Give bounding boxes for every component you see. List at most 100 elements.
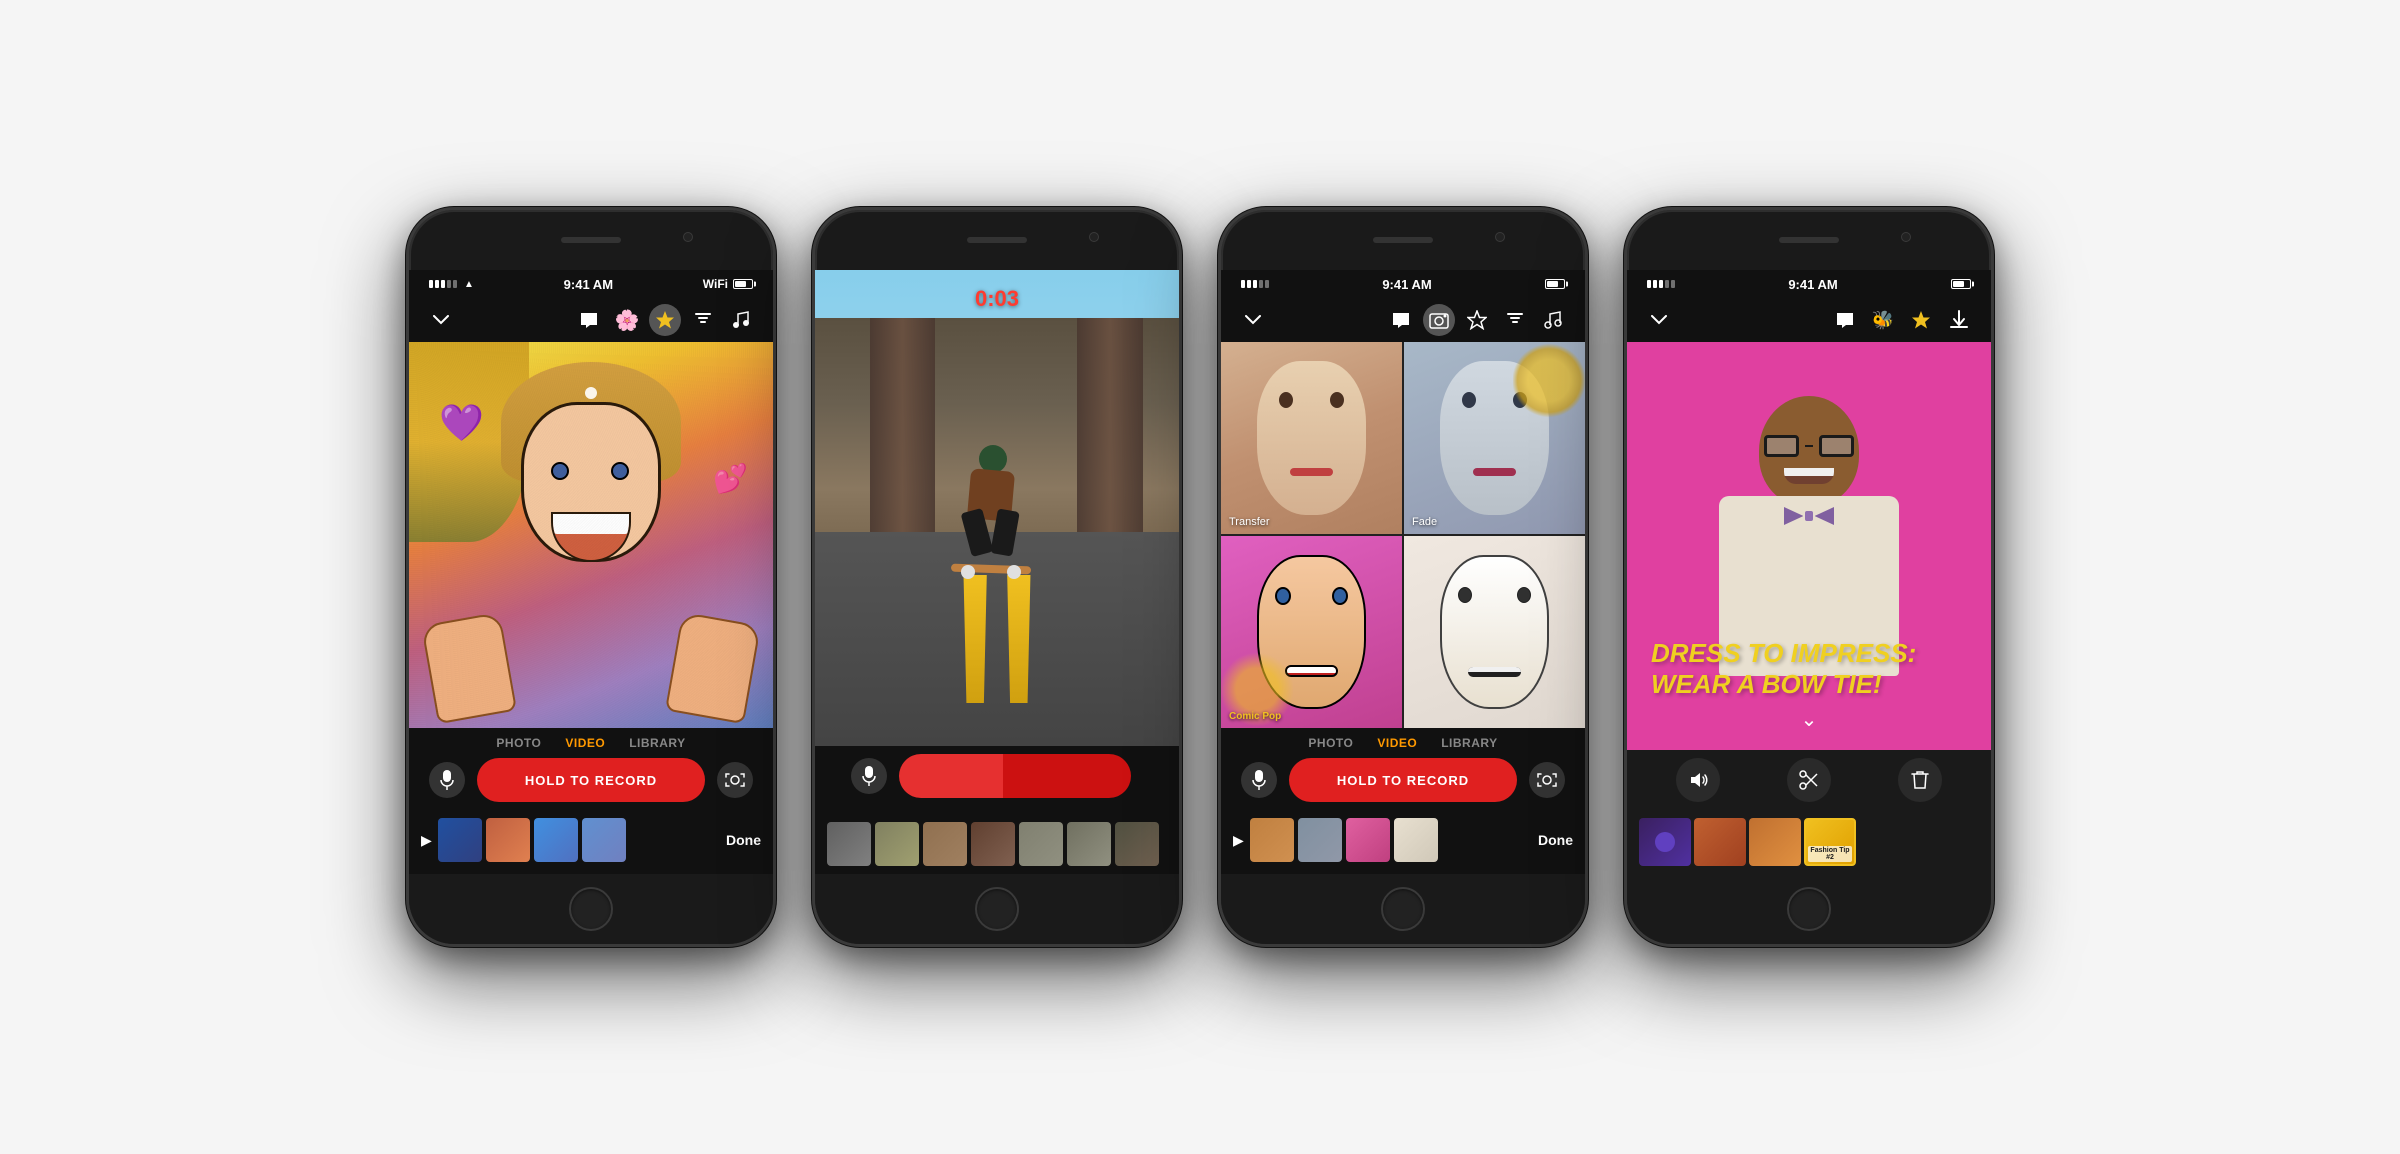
p3-chevron-icon[interactable] <box>1237 304 1269 336</box>
p3-tab-photo[interactable]: PHOTO <box>1308 736 1353 750</box>
p4-thumb-1[interactable] <box>1639 818 1691 866</box>
done-button[interactable]: Done <box>726 832 761 848</box>
p4-chevron-icon[interactable] <box>1643 304 1675 336</box>
tab-photo[interactable]: PHOTO <box>496 736 541 750</box>
phone3-signal <box>1241 280 1269 288</box>
mic-button[interactable] <box>429 762 465 798</box>
p3-mic-button[interactable] <box>1241 762 1277 798</box>
film-thumb-2[interactable] <box>486 818 530 862</box>
phone3-filmstrip: ▶ Done <box>1221 810 1585 870</box>
p4-battery <box>1951 279 1971 289</box>
p4-thumb-2[interactable] <box>1694 818 1746 866</box>
p3-play-button[interactable]: ▶ <box>1233 832 1244 849</box>
phone1-screen: 💜 💕 <box>409 342 773 728</box>
phone1-signal: ▲ <box>429 279 474 290</box>
p3-signal-dots <box>1241 280 1269 288</box>
p3-chat-icon[interactable] <box>1385 304 1417 336</box>
phone2-filmstrip <box>815 814 1179 874</box>
phone2-capture-row <box>831 754 1163 798</box>
star-icon[interactable] <box>649 304 681 336</box>
p3-record-button[interactable]: HOLD TO RECORD <box>1289 758 1517 802</box>
filter-sketch[interactable] <box>1404 536 1585 728</box>
phone1-toolbar-icons: 🌸 <box>573 304 757 336</box>
phone2-screen: 0:03 <box>815 270 1179 746</box>
volume-button[interactable] <box>1676 758 1720 802</box>
play-button[interactable]: ▶ <box>421 832 432 849</box>
p3-thumb-1[interactable] <box>1250 818 1294 862</box>
p4-chat-icon[interactable] <box>1829 304 1861 336</box>
filter-fade[interactable]: Fade <box>1404 342 1585 534</box>
p4-download-icon[interactable] <box>1943 304 1975 336</box>
p2-thumb-2[interactable] <box>875 822 919 866</box>
chat-bubble-icon[interactable] <box>573 304 605 336</box>
phone2: 0:03 <box>812 207 1182 947</box>
phone1-time: 9:41 AM <box>564 277 613 292</box>
p3-done-button[interactable]: Done <box>1538 832 1573 848</box>
home-button[interactable] <box>569 887 613 931</box>
phone4-home-area <box>1627 874 1991 944</box>
p4-thumb-4-selected[interactable]: Fashion Tip #2 <box>1804 818 1856 866</box>
chevron-down-icon[interactable] <box>425 304 457 336</box>
p4-star-icon[interactable] <box>1905 304 1937 336</box>
carrier-label: ▲ <box>464 279 474 290</box>
film-thumb-4[interactable] <box>582 818 626 862</box>
phone2-home-area <box>815 874 1179 944</box>
p2-thumb-4[interactable] <box>971 822 1015 866</box>
scissors-button[interactable] <box>1787 758 1831 802</box>
p3-record-label: HOLD TO RECORD <box>1337 773 1469 788</box>
film-thumb-3[interactable] <box>534 818 578 862</box>
emoji-heart-icon[interactable]: 🌸 <box>611 304 643 336</box>
filter-transfer[interactable]: Transfer <box>1221 342 1402 534</box>
p3-text-icon[interactable] <box>1499 304 1531 336</box>
phone2-mic-button[interactable] <box>851 758 887 794</box>
phone1-status-bar: ▲ 9:41 AM WiFi <box>409 270 773 298</box>
p2-thumb-1[interactable] <box>827 822 871 866</box>
phone4-edit-toolbar <box>1627 750 1991 810</box>
p4-bee-icon[interactable]: 🐝 <box>1867 304 1899 336</box>
battery-icon <box>733 279 753 289</box>
p2-thumb-7[interactable] <box>1115 822 1159 866</box>
filter-grid: Transfer Fade <box>1221 342 1585 728</box>
film-thumb-1[interactable] <box>438 818 482 862</box>
phone2-home-button[interactable] <box>975 887 1019 931</box>
phone3-status-bar: 9:41 AM <box>1221 270 1585 298</box>
phone3-home-button[interactable] <box>1381 887 1425 931</box>
phone1-capture-tabs: PHOTO VIDEO LIBRARY <box>409 736 773 750</box>
p3-tab-library[interactable]: LIBRARY <box>1441 736 1497 750</box>
p3-thumb-4[interactable] <box>1394 818 1438 862</box>
phone4-status-bar: 9:41 AM <box>1627 270 1991 298</box>
p3-thumb-2[interactable] <box>1298 818 1342 862</box>
p3-camera-flip-button[interactable] <box>1529 762 1565 798</box>
recording-progress-bar[interactable] <box>899 754 1131 798</box>
phone4-home-button[interactable] <box>1787 887 1831 931</box>
phone3-toolbar <box>1221 298 1585 342</box>
heart-emoji-2: 💕 <box>713 462 748 495</box>
phone3-status-right <box>1545 279 1565 289</box>
trash-button[interactable] <box>1898 758 1942 802</box>
p2-thumb-3[interactable] <box>923 822 967 866</box>
music-icon[interactable] <box>725 304 757 336</box>
filter-comic[interactable]: Comic Pop <box>1221 536 1402 728</box>
phone3-camera <box>1495 232 1505 242</box>
phone3: 9:41 AM <box>1218 207 1588 947</box>
text-icon[interactable] <box>687 304 719 336</box>
recording-timer: 0:03 <box>975 286 1019 312</box>
p2-thumb-5[interactable] <box>1019 822 1063 866</box>
p2-thumb-6[interactable] <box>1067 822 1111 866</box>
phone2-wrapper: 0:03 <box>812 207 1182 947</box>
p3-tab-video[interactable]: VIDEO <box>1377 736 1417 750</box>
p3-photo-icon[interactable] <box>1423 304 1455 336</box>
tab-video[interactable]: VIDEO <box>565 736 605 750</box>
phone2-film-thumbs <box>827 822 1167 866</box>
phone3-wrapper: 9:41 AM <box>1218 207 1588 947</box>
p4-thumb-3[interactable] <box>1749 818 1801 866</box>
p3-music-icon[interactable] <box>1537 304 1569 336</box>
record-button[interactable]: HOLD TO RECORD <box>477 758 705 802</box>
p3-star-icon[interactable] <box>1461 304 1493 336</box>
p3-film-thumbnails <box>1250 818 1532 862</box>
phone1: ▲ 9:41 AM WiFi � <box>406 207 776 947</box>
chevron-down-arrow[interactable]: ⌄ <box>1801 707 1818 732</box>
p3-thumb-3[interactable] <box>1346 818 1390 862</box>
camera-flip-button[interactable] <box>717 762 753 798</box>
tab-library[interactable]: LIBRARY <box>629 736 685 750</box>
